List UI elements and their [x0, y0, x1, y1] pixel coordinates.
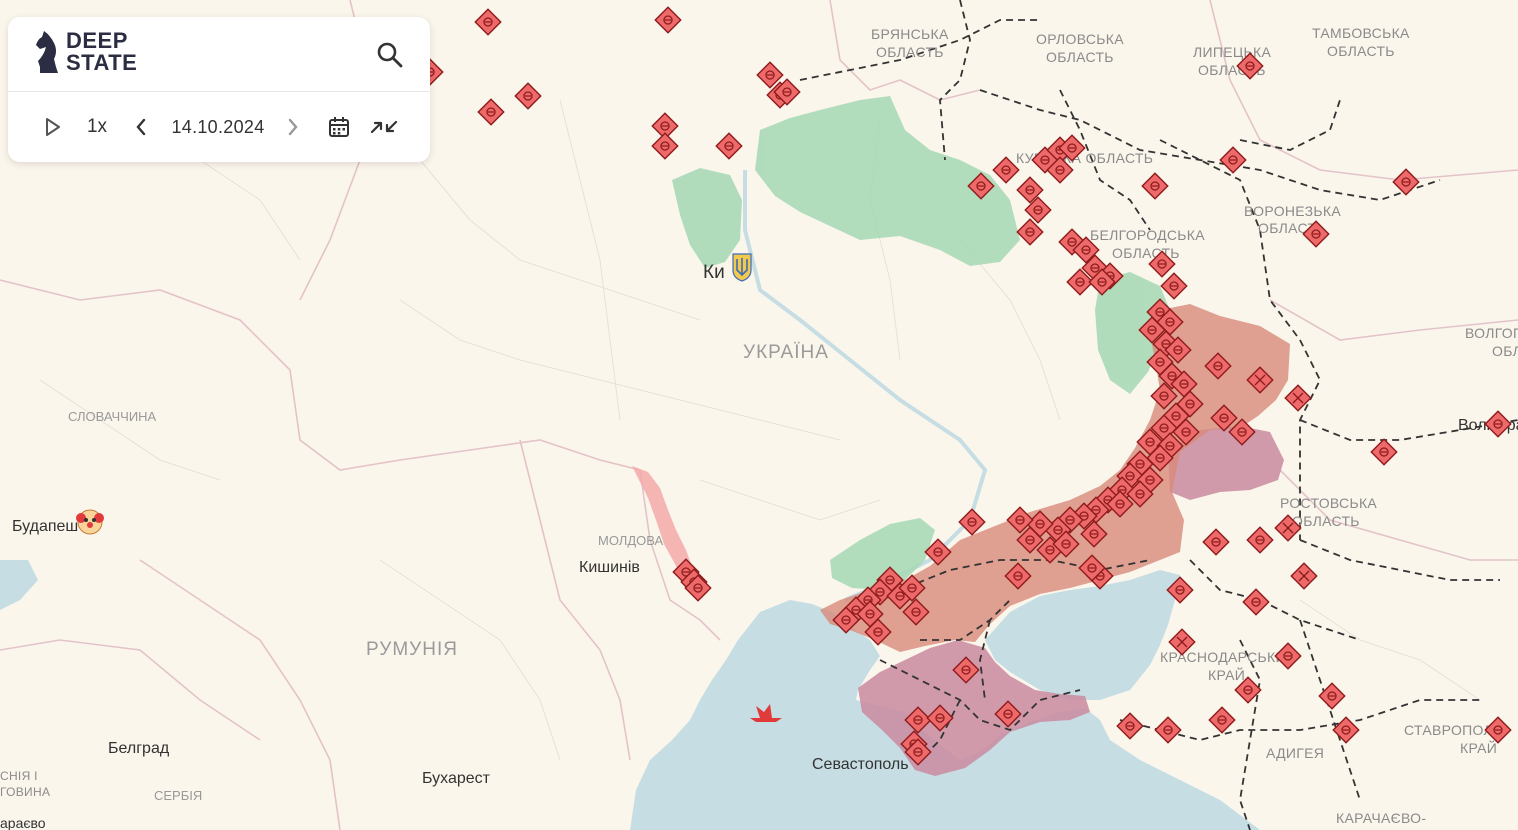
city-label-belgrade: Белград: [108, 740, 170, 757]
play-button[interactable]: [38, 92, 68, 162]
calendar-icon: [329, 117, 349, 137]
city-label-bucharest: Бухарест: [422, 770, 491, 787]
knight-icon: [36, 31, 58, 73]
prev-date-button[interactable]: [128, 92, 154, 162]
region-label-bryansk: БРЯНСЬКА: [871, 26, 949, 42]
collapse-button[interactable]: [368, 92, 400, 162]
region-label-bosnia: СНІЯ І: [0, 769, 38, 783]
country-label-romania: РУМУНІЯ: [366, 639, 458, 660]
region-label-orel-2: ОБЛАСТЬ: [1046, 49, 1114, 65]
region-label-karachay: КАРАЧАЄВО-: [1336, 810, 1426, 826]
city-label-chisinau: Кишинів: [579, 559, 640, 576]
region-label-krasnodar-2: КРАЙ: [1208, 666, 1245, 683]
region-label-volgograd-2: ОБЛ: [1492, 343, 1518, 359]
region-label-bosnia-2: ГОВИНА: [0, 785, 50, 799]
region-label-voronezh: ВОРОНЕЗЬКА: [1244, 203, 1341, 219]
city-label-sarajevo: араєво: [0, 815, 46, 830]
region-label-tambov: ТАМБОВСЬКА: [1312, 25, 1410, 41]
deepstate-logo[interactable]: DEEP STATE: [34, 29, 137, 75]
region-label-adygea: АДИГЕЯ: [1266, 745, 1324, 761]
country-label-ukraine: УКРАЇНА: [743, 342, 829, 363]
region-label-orel: ОРЛОВСЬКА: [1036, 31, 1124, 47]
search-button[interactable]: [376, 41, 404, 69]
search-icon: [377, 42, 403, 68]
collapse-icon: [370, 120, 398, 134]
region-label-stavropol: СТАВРОПОЛ: [1404, 722, 1493, 738]
country-label-serbia: СЕРБІЯ: [154, 788, 202, 803]
region-label-lipetsk: ЛИПЕЦЬКА: [1193, 44, 1271, 60]
city-label-budapest: Будапешт: [12, 518, 86, 535]
chevron-left-icon: [136, 118, 146, 136]
city-label-sevastopol: Севастополь: [812, 756, 909, 773]
region-label-tambov-2: ОБЛАСТЬ: [1327, 43, 1395, 59]
region-label-stavropol-2: КРАЙ: [1460, 739, 1497, 756]
timeline-controls: 1x 14.10.2024: [8, 92, 430, 162]
next-date-button[interactable]: [280, 92, 306, 162]
country-label-slovakia: СЛОВАЧЧИНА: [68, 409, 157, 424]
current-date[interactable]: 14.10.2024: [166, 92, 270, 162]
city-label-kyiv: Ки: [703, 262, 725, 283]
country-label-moldova: МОЛДОВА: [598, 533, 663, 548]
control-panel: DEEP STATE 1x 14.10.2024: [8, 17, 430, 162]
logo-text-line1: DEEP: [66, 28, 128, 53]
chevron-right-icon: [288, 118, 298, 136]
region-label-belgorod: БЕЛГОРОДСЬКА: [1090, 227, 1205, 243]
region-label-rostov-2: ОБЛАСТЬ: [1292, 513, 1360, 529]
region-label-bryansk-2: ОБЛАСТЬ: [876, 44, 944, 60]
panel-header: DEEP STATE: [8, 17, 430, 92]
region-label-volgograd: ВОЛГОГ: [1465, 325, 1518, 341]
trident-icon: [732, 253, 752, 282]
region-label-rostov: РОСТОВСЬКА: [1280, 495, 1377, 511]
calendar-button[interactable]: [324, 92, 354, 162]
speed-button[interactable]: 1x: [82, 92, 112, 162]
play-icon: [46, 118, 60, 136]
logo-text-line2: STATE: [66, 50, 138, 75]
